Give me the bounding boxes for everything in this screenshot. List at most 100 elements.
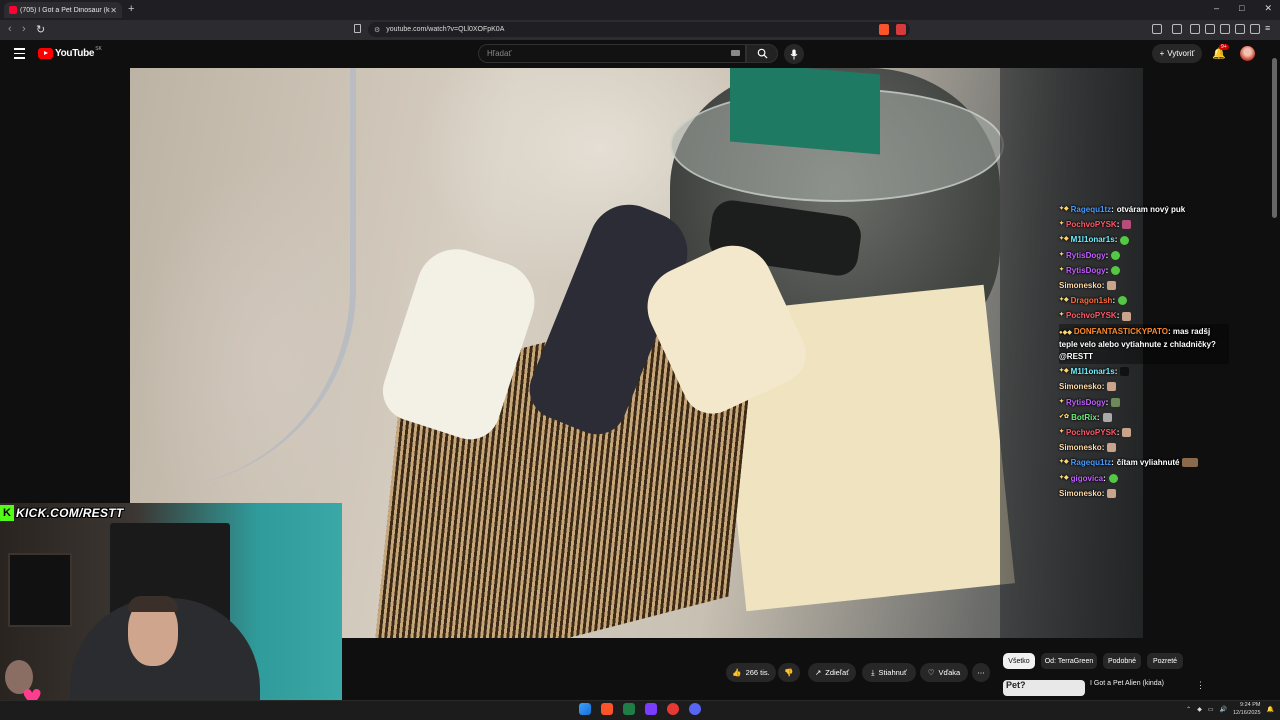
emote-icon xyxy=(1107,488,1117,498)
url-field[interactable]: ⚙ youtube.com/watch?v=QLl0XOFpK0A xyxy=(368,22,910,37)
chat-username: PochvoPYSK xyxy=(1066,427,1117,437)
minimize-button[interactable]: – xyxy=(1214,3,1219,14)
twitch-icon[interactable] xyxy=(645,703,657,715)
volume-icon[interactable]: 🔊 xyxy=(1220,706,1227,713)
next-video-title[interactable]: I Got a Pet Alien (kinda) xyxy=(1090,680,1164,687)
maximize-button[interactable]: □ xyxy=(1239,3,1244,14)
youtube-logo[interactable]: YouTube SK xyxy=(38,46,102,59)
create-button[interactable]: + Vytvoriť xyxy=(1152,44,1202,63)
tray-chevron-icon[interactable]: ⌃ xyxy=(1186,706,1191,713)
sidebar-icon[interactable] xyxy=(1205,24,1215,34)
more-actions-button[interactable]: ⋯ xyxy=(972,663,990,682)
chat-line: ✦◆ M1l1onar1s: xyxy=(1059,232,1239,247)
chat-badges-icon: ✦ xyxy=(1059,251,1065,258)
chat-username: Simonesko xyxy=(1059,488,1102,498)
excel-icon[interactable] xyxy=(623,703,635,715)
close-window-button[interactable]: ✕ xyxy=(1264,3,1272,14)
chat-username: Simonesko xyxy=(1059,281,1102,291)
download-button[interactable]: ⤓ Stiahnuť xyxy=(862,663,916,682)
chat-username: Simonesko xyxy=(1059,443,1102,453)
like-button[interactable]: 👍 266 tis. xyxy=(726,663,776,682)
share-label: Zdieľať xyxy=(825,668,850,677)
plus-icon: + xyxy=(1159,49,1165,58)
create-label: Vytvoriť xyxy=(1167,49,1195,58)
search-input[interactable]: Hľadať xyxy=(478,44,746,63)
back-arrow-icon[interactable]: ‹ xyxy=(8,23,12,35)
youtube-logo-text: YouTube xyxy=(55,48,95,59)
search-button[interactable] xyxy=(746,44,778,63)
media-icon[interactable] xyxy=(1190,24,1200,34)
chat-username: M1l1onar1s xyxy=(1070,235,1115,245)
download-label: Stiahnuť xyxy=(878,668,907,677)
keyboard-icon[interactable] xyxy=(731,50,740,56)
notification-center-icon[interactable]: 🔔 xyxy=(1267,706,1274,713)
chat-username: gigovica xyxy=(1070,473,1104,483)
chat-line: Simonesko: xyxy=(1059,379,1239,394)
chip-watched[interactable]: Pozreté xyxy=(1147,653,1183,669)
next-video-menu-icon[interactable]: ⋮ xyxy=(1196,680,1205,691)
next-video-thumbnail[interactable]: Pet? xyxy=(1003,680,1085,696)
bookmark-icon[interactable] xyxy=(354,24,361,33)
discord-icon[interactable] xyxy=(689,703,701,715)
voice-search-button[interactable] xyxy=(784,44,804,64)
kick-url-text: KICK.COM/RESTT xyxy=(16,506,124,520)
chat-badges-icon: ✦◆ xyxy=(1059,206,1069,212)
chip-all[interactable]: Všetko xyxy=(1003,653,1035,669)
tab-title: (705) I Got a Pet Dinosaur (kinda) xyxy=(20,6,111,14)
download-icon: ⤓ xyxy=(871,667,875,677)
leo-icon[interactable] xyxy=(1235,24,1245,34)
url-text: youtube.com/watch?v=QLl0XOFpK0A xyxy=(386,26,505,33)
chat-line: ✦◆ Ragequ1tz: otváram nový puk xyxy=(1059,202,1239,217)
chat-username: Ragequ1tz xyxy=(1070,205,1112,214)
site-info-icon[interactable]: ⚙ xyxy=(374,26,380,34)
reload-icon[interactable]: ↻ xyxy=(36,23,45,36)
chat-username: RytisDogy xyxy=(1066,250,1106,260)
chat-badges-icon: ✦ xyxy=(1059,398,1065,405)
clock-date: 12/16/2025 xyxy=(1232,710,1261,716)
like-count: 266 tis. xyxy=(745,668,770,677)
chat-username: RytisDogy xyxy=(1066,265,1106,275)
youtube-play-icon xyxy=(38,48,53,59)
system-tray: ⌃ ◆ ▭ 🔊 9:24 PM 12/16/2025 🔔 xyxy=(1186,701,1274,717)
tray-app-icon[interactable]: ◆ xyxy=(1197,706,1202,713)
chat-line: ✦ PochvoPYSK: xyxy=(1059,308,1239,323)
browser-tab[interactable]: (705) I Got a Pet Dinosaur (kinda) ✕ xyxy=(4,2,122,18)
dislike-button[interactable]: 👎 xyxy=(778,663,800,682)
brave-shields-icon[interactable] xyxy=(879,24,889,35)
emote-icon xyxy=(1102,412,1112,422)
thumbs-up-icon: 👍 xyxy=(732,668,742,677)
windows-start-icon[interactable] xyxy=(579,703,591,715)
vpn-icon[interactable] xyxy=(1250,24,1260,34)
search-icon xyxy=(757,48,768,59)
clock-time: 9:24 PM xyxy=(1240,702,1261,708)
chat-line: ✦◆ Ragequ1tz: čítam vyliahnuté xyxy=(1059,455,1239,470)
chat-line: ✦◆ M1l1onar1s: xyxy=(1059,364,1239,379)
avatar[interactable] xyxy=(1240,46,1255,61)
share-button[interactable]: ↗ Zdieľať xyxy=(808,663,856,682)
chip-related[interactable]: Podobné xyxy=(1103,653,1141,669)
app-icon[interactable] xyxy=(667,703,679,715)
chip-from-channel[interactable]: Od: TerraGreen xyxy=(1041,653,1097,669)
chat-badges-icon: ✦ xyxy=(1059,312,1065,319)
thanks-button[interactable]: ♡ Vďaka xyxy=(920,663,968,682)
brave-rewards-icon[interactable] xyxy=(896,24,906,35)
forward-arrow-icon[interactable]: › xyxy=(22,23,26,35)
puzzle-icon[interactable] xyxy=(1172,24,1182,34)
brave-browser-icon[interactable] xyxy=(601,703,613,715)
hamburger-menu-icon[interactable] xyxy=(14,48,25,62)
chat-username: DONFANTASTICKYPATO xyxy=(1073,326,1168,336)
chat-line: ✦ RytisDogy: xyxy=(1059,263,1239,278)
new-tab-button[interactable]: + xyxy=(128,3,134,15)
clock[interactable]: 9:24 PM 12/16/2025 xyxy=(1233,701,1261,717)
emote-icon xyxy=(1111,265,1121,275)
chat-line-highlighted: ●◆◆ DONFANTASTICKYPATO: mas radšj teple v… xyxy=(1059,323,1229,365)
chat-badges-icon: ✔✿ xyxy=(1059,413,1070,420)
browser-menu-icon[interactable]: ≡ xyxy=(1265,23,1270,33)
emote-icon xyxy=(1107,281,1117,291)
scrollbar-thumb[interactable] xyxy=(1272,58,1277,218)
emote-icon xyxy=(1122,428,1132,438)
close-tab-icon[interactable]: ✕ xyxy=(110,6,117,15)
extensions-icon[interactable] xyxy=(1152,24,1162,34)
network-icon[interactable]: ▭ xyxy=(1208,706,1214,713)
wallet-icon[interactable] xyxy=(1220,24,1230,34)
